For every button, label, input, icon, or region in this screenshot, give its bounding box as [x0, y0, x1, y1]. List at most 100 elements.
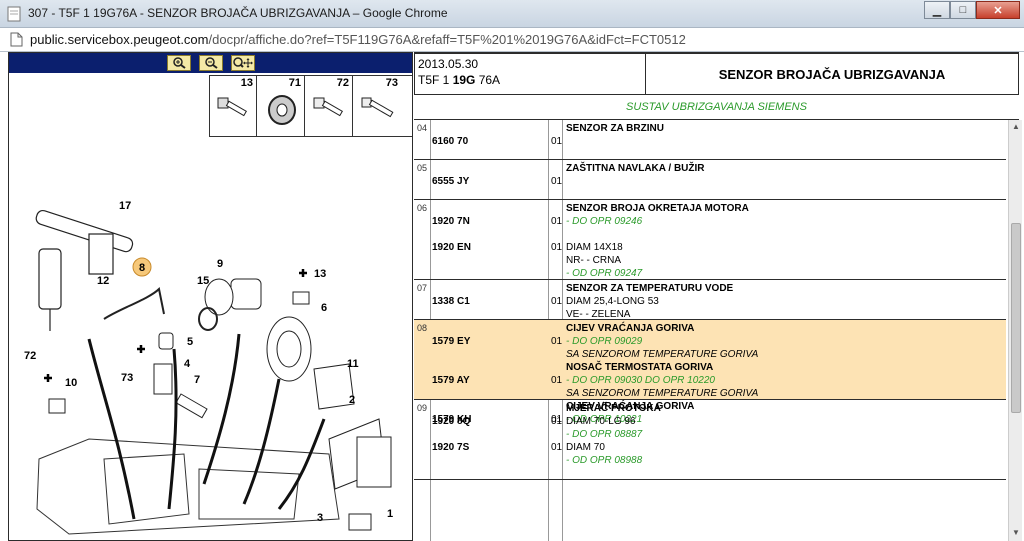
callout-label[interactable]: 8	[139, 262, 145, 274]
row-line: NOSAČ TERMOSTATA GORIVA	[414, 362, 1006, 375]
part-description: ZAŠTITNA NAVLAKA / BUŽIR	[566, 163, 705, 174]
table-row[interactable]: 06 SENZOR BROJA OKRETAJA MOTORA 1920 7N 01-…	[414, 200, 1006, 280]
part-description: DIAM 25,4-LONG 53	[566, 296, 659, 307]
address-bar[interactable]: public.servicebox.peugeot.com/docpr/affi…	[0, 28, 1024, 52]
vertical-scrollbar[interactable]: ▲ ▼	[1008, 120, 1022, 541]
part-reference[interactable]: 1920 7S	[432, 442, 469, 453]
flywheel-illustration[interactable]	[266, 316, 312, 382]
zoom-in-button[interactable]	[167, 55, 191, 71]
callout-label[interactable]: 10	[65, 377, 77, 389]
table-row[interactable]: 05 ZAŠTITNA NAVLAKA / BUŽIR 6555 JY 01	[414, 160, 1006, 200]
part-reference[interactable]: 1920 8Q	[432, 416, 470, 427]
part-reference[interactable]: 1920 7N	[432, 216, 470, 227]
part-number: 72	[336, 77, 349, 89]
parts-list-pane: 2013.05.30 T5F 1 19G 76A SENZOR BROJAČA …	[414, 52, 1019, 541]
washer-icon	[268, 95, 296, 125]
table-row[interactable]: 04 SENZOR ZA BRZINU 6160 70 01	[414, 120, 1006, 160]
ecu-illustration[interactable]	[328, 418, 392, 490]
sensor-illustration[interactable]	[48, 398, 66, 414]
sensor-illustration[interactable]	[292, 291, 310, 305]
quantity: 01	[551, 242, 563, 253]
fastener-cell[interactable]: 72	[306, 76, 353, 136]
callout-label[interactable]: 3	[317, 512, 323, 524]
callout-label[interactable]: 6	[321, 302, 327, 314]
document-icon	[10, 32, 23, 47]
table-row[interactable]: 07 SENZOR ZA TEMPERATURU VODE 1338 C1 01 DIA…	[414, 280, 1006, 320]
fastener-cell[interactable]: 13	[210, 76, 257, 136]
relay-illustration[interactable]	[348, 513, 372, 531]
row-line: 1338 C1 01 DIAM 25,4-LONG 53	[414, 296, 1006, 309]
scroll-up-icon[interactable]: ▲	[1011, 122, 1021, 132]
callout-label[interactable]: 9	[217, 258, 223, 270]
row-line: CIJEV VRAĆANJA GORIVA	[414, 323, 1006, 336]
maximize-button[interactable]: □	[950, 1, 976, 19]
quantity: 01	[551, 296, 563, 307]
minimize-button[interactable]: ▁	[924, 1, 950, 19]
part-description: NOSAČ TERMOSTATA GORIVA	[566, 362, 714, 373]
part-description: DIAM 70-LG 96	[566, 416, 636, 427]
speed-sensor-illustration[interactable]	[153, 363, 173, 395]
zoom-out-icon	[205, 57, 218, 69]
page-icon	[7, 6, 21, 22]
header-code: T5F 1 19G 76A	[418, 73, 642, 87]
callout-label[interactable]: 12	[97, 275, 109, 287]
callout-label[interactable]: 73	[121, 372, 133, 384]
row-line: MJERAČ PROTOKA	[414, 403, 1006, 416]
part-description: SA SENZOROM TEMPERATURE GORIVA	[566, 388, 759, 399]
callout-label[interactable]: 17	[119, 200, 131, 212]
table-row[interactable]: 09 MJERAČ PROTOKA 1920 8Q 01 DIAM 70-LG 96- …	[414, 400, 1006, 480]
callout-label[interactable]: 7	[194, 374, 200, 386]
callout-label[interactable]: 72	[24, 350, 36, 362]
temp-sensor-illustration[interactable]	[175, 393, 208, 419]
callout-label[interactable]: 4	[184, 358, 191, 370]
row-line: SA SENZOROM TEMPERATURE GORIVA	[414, 349, 1006, 362]
close-button[interactable]: ✕	[976, 1, 1020, 19]
o-ring-illustration[interactable]	[198, 307, 218, 331]
table-row[interactable]: 08 CIJEV VRAĆANJA GORIVA 1579 EY 01- DO OPR…	[414, 320, 1006, 425]
callout-label[interactable]: 13	[314, 268, 326, 280]
screw-icon	[361, 97, 394, 118]
part-reference[interactable]: 1579 EY	[432, 336, 470, 347]
quantity: 01	[551, 416, 563, 427]
callout-label[interactable]: 15	[197, 275, 209, 287]
part-reference[interactable]: 6160 70	[432, 136, 468, 147]
callout-label[interactable]: 5	[187, 336, 193, 348]
row-line: ZAŠTITNA NAVLAKA / BUŽIR	[414, 163, 1006, 176]
scroll-thumb[interactable]	[1011, 223, 1021, 413]
part-reference[interactable]: 1338 C1	[432, 296, 470, 307]
part-description: CIJEV VRAĆANJA GORIVA	[566, 323, 695, 334]
part-description: - OD OPR 09247	[566, 268, 643, 279]
part-description: SENZOR ZA TEMPERATURU VODE	[566, 283, 734, 294]
boot-illustration[interactable]	[158, 332, 174, 350]
code-suffix: 76A	[475, 73, 501, 87]
row-line: NR- - CRNA	[414, 255, 1006, 268]
url-text[interactable]: public.servicebox.peugeot.com/docpr/affi…	[30, 32, 686, 47]
row-line: 1579 EY 01- DO OPR 09029	[414, 336, 1006, 349]
row-line: 6160 70 01	[414, 136, 1006, 149]
window-titlebar: 307 - T5F 1 19G76A - SENZOR BROJAČA UBRI…	[0, 0, 1024, 28]
part-reference[interactable]: 6555 JY	[432, 176, 469, 187]
bolt-icon	[313, 97, 344, 117]
part-description: - DO OPR 08887	[566, 429, 643, 440]
fastener-cell[interactable]: 71	[258, 76, 305, 136]
part-description: VE- - ZELENA	[566, 309, 631, 320]
callout-label[interactable]: 2	[349, 394, 355, 406]
row-line: 1920 7N 01- DO OPR 09246	[414, 216, 1006, 229]
fastener-cell[interactable]: 73	[354, 76, 401, 136]
pan-zoom-button[interactable]	[231, 55, 255, 71]
zoom-toolbar	[9, 53, 412, 73]
callout-label[interactable]: 11	[347, 358, 359, 370]
fuel-rail-illustration[interactable]	[35, 209, 134, 331]
row-line	[414, 229, 1006, 242]
window-title: 307 - T5F 1 19G76A - SENZOR BROJAČA UBRI…	[28, 6, 448, 20]
callout-label[interactable]: 1	[387, 508, 393, 520]
bracket-illustration[interactable]	[313, 363, 355, 410]
return-pipe-illustration[interactable]	[103, 286, 165, 320]
row-line: 1920 8Q 01 DIAM 70-LG 96	[414, 416, 1006, 429]
part-reference[interactable]: 1579 AY	[432, 375, 470, 386]
part-reference[interactable]: 1920 EN	[432, 242, 471, 253]
scroll-down-icon[interactable]: ▼	[1011, 528, 1021, 538]
row-line: SENZOR BROJA OKRETAJA MOTORA	[414, 203, 1006, 216]
zoom-out-button[interactable]	[199, 55, 223, 71]
quantity: 01	[551, 336, 563, 347]
